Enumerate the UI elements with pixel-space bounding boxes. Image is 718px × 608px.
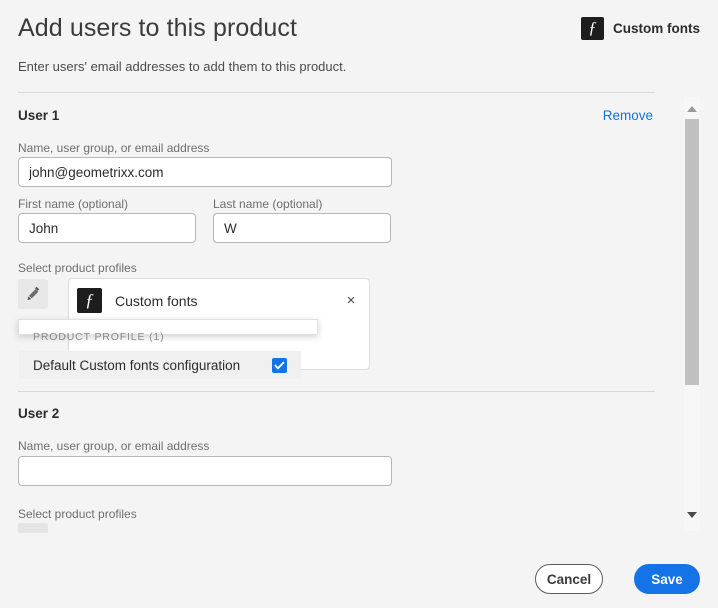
product-profile-dropdown[interactable]: PRODUCT PROFILE (1) Default Custom fonts… <box>18 319 318 379</box>
user-2-email-label: Name, user group, or email address <box>18 439 210 453</box>
dropdown-option-label: Default Custom fonts configuration <box>33 357 241 373</box>
dropdown-heading: PRODUCT PROFILE (1) <box>33 331 165 343</box>
dialog-footer: Cancel Save <box>0 533 718 608</box>
scrollbar[interactable] <box>684 97 700 531</box>
user-1-profiles-label: Select product profiles <box>18 261 137 275</box>
user-2-email-input[interactable] <box>18 456 392 486</box>
remove-user-1-link[interactable]: Remove <box>603 108 653 123</box>
pencil-icon <box>26 285 41 303</box>
user-1-email-label: Name, user group, or email address <box>18 141 210 155</box>
scrollbar-thumb[interactable] <box>685 119 699 385</box>
scroll-down-arrow-icon[interactable] <box>684 507 700 523</box>
custom-fonts-card-icon: ƒ <box>77 288 102 313</box>
product-badge: ƒ Custom fonts <box>581 17 700 40</box>
custom-fonts-card-icon-glyph: ƒ <box>85 289 94 310</box>
custom-fonts-icon: ƒ <box>581 17 604 40</box>
user-1-email-input[interactable] <box>18 157 392 187</box>
save-button[interactable]: Save <box>634 564 700 594</box>
custom-fonts-icon-glyph: ƒ <box>588 18 597 37</box>
product-badge-label: Custom fonts <box>613 21 700 36</box>
user-2-profiles-label: Select product profiles <box>18 507 137 521</box>
user-1-first-name-label: First name (optional) <box>18 197 129 211</box>
page-header: Add users to this product Enter users' e… <box>0 0 718 92</box>
page-title: Add users to this product <box>18 14 298 42</box>
scroll-up-arrow-icon[interactable] <box>684 101 700 117</box>
divider-middle <box>18 391 655 392</box>
user-2-edit-product-profiles-button[interactable] <box>18 523 48 533</box>
user-1-last-name-input[interactable] <box>213 213 391 243</box>
product-profile-card-title: Custom fonts <box>115 292 198 309</box>
page-subtitle: Enter users' email addresses to add them… <box>18 59 347 74</box>
user-1-section-title: User 1 <box>18 108 60 123</box>
dropdown-option-default-custom-fonts[interactable]: Default Custom fonts configuration <box>19 351 301 379</box>
close-icon[interactable]: × <box>342 291 360 309</box>
product-profile-card-header: ƒ Custom fonts <box>77 288 197 313</box>
cancel-button[interactable]: Cancel <box>535 564 603 594</box>
user-1-last-name-label: Last name (optional) <box>213 197 323 211</box>
divider-top <box>18 92 655 93</box>
users-scroll-area[interactable]: User 1 Remove Name, user group, or email… <box>0 92 718 533</box>
dropdown-option-checkbox[interactable] <box>272 357 287 373</box>
edit-product-profiles-button[interactable] <box>18 279 48 309</box>
user-1-first-name-input[interactable] <box>18 213 196 243</box>
user-2-section-title: User 2 <box>18 406 60 421</box>
